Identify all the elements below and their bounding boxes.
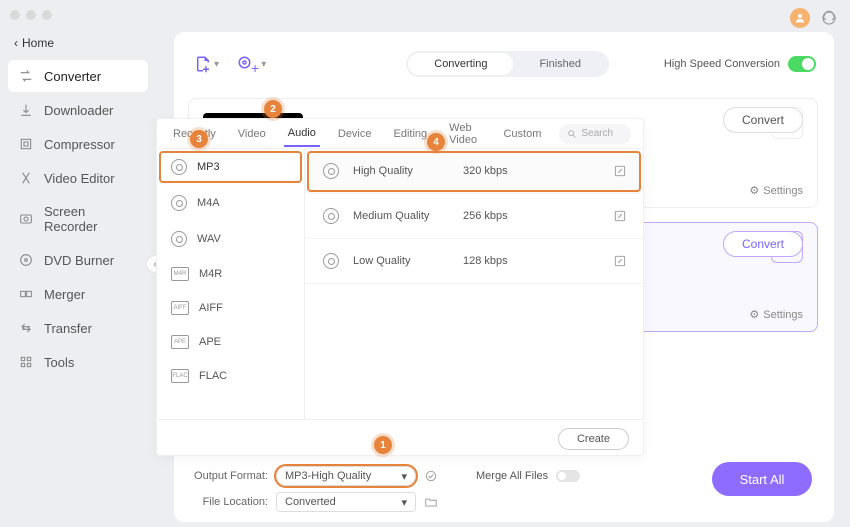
- compress-icon: [18, 136, 34, 152]
- sidebar-item-label: Converter: [44, 69, 101, 84]
- transfer-icon: [18, 320, 34, 336]
- sidebar-item-compressor[interactable]: Compressor: [8, 128, 148, 160]
- file-location-label: File Location:: [188, 496, 268, 508]
- sidebar-item-screen-recorder[interactable]: Screen Recorder: [8, 196, 148, 242]
- format-search-input[interactable]: Search: [559, 124, 631, 144]
- support-icon[interactable]: [820, 9, 838, 27]
- format-dropdown: Recently Video Audio Device Editing Web …: [156, 118, 644, 456]
- recorder-icon: [18, 211, 34, 227]
- search-icon: [567, 129, 577, 139]
- edit-quality-icon[interactable]: [613, 254, 627, 268]
- chevron-down-icon: ▾: [401, 470, 407, 483]
- chevron-down-icon: ▾: [261, 59, 266, 70]
- avatar[interactable]: [790, 8, 810, 28]
- create-button[interactable]: Create: [558, 428, 629, 450]
- sidebar-item-label: Transfer: [44, 321, 92, 336]
- quality-list: High Quality 320 kbps Medium Quality 256…: [305, 149, 643, 419]
- sidebar-item-tools[interactable]: Tools: [8, 346, 148, 378]
- sidebar-item-downloader[interactable]: Downloader: [8, 94, 148, 126]
- sidebar-item-merger[interactable]: Merger: [8, 278, 148, 310]
- step-badge-4: 4: [427, 133, 445, 151]
- home-label: Home: [22, 36, 54, 50]
- sidebar-item-label: Downloader: [44, 103, 113, 118]
- file-icon: AIFF: [171, 301, 189, 315]
- output-apply-all-icon[interactable]: [424, 469, 438, 483]
- tab-video[interactable]: Video: [234, 122, 270, 146]
- high-speed-toggle[interactable]: [788, 56, 816, 72]
- dvd-icon: [18, 252, 34, 268]
- tab-editing[interactable]: Editing: [390, 122, 432, 146]
- tab-device[interactable]: Device: [334, 122, 376, 146]
- disc-icon: [171, 159, 187, 175]
- file-icon: FLAC: [171, 369, 189, 383]
- open-folder-icon[interactable]: [424, 495, 438, 509]
- convert-button[interactable]: Convert: [723, 231, 803, 257]
- tab-audio[interactable]: Audio: [284, 121, 320, 147]
- tab-finished[interactable]: Finished: [513, 53, 607, 75]
- format-item-m4r[interactable]: M4R M4R: [157, 257, 304, 291]
- sidebar-item-label: Compressor: [44, 137, 115, 152]
- sidebar-item-dvd-burner[interactable]: DVD Burner: [8, 244, 148, 276]
- file-icon: M4R: [171, 267, 189, 281]
- gear-icon: ⚙: [749, 308, 759, 321]
- convert-button[interactable]: Convert: [723, 107, 803, 133]
- disc-icon: [323, 253, 339, 269]
- tab-converting[interactable]: Converting: [408, 53, 513, 75]
- quality-item-medium[interactable]: Medium Quality 256 kbps: [305, 194, 643, 239]
- disc-icon: [323, 208, 339, 224]
- sidebar-item-label: DVD Burner: [44, 253, 114, 268]
- home-link[interactable]: ‹ Home: [0, 30, 156, 56]
- sidebar-item-transfer[interactable]: Transfer: [8, 312, 148, 344]
- high-speed-label: High Speed Conversion: [664, 58, 780, 70]
- tab-custom[interactable]: Custom: [499, 122, 545, 146]
- add-file-button[interactable]: ▾: [194, 55, 219, 73]
- quality-item-high[interactable]: High Quality 320 kbps: [305, 149, 643, 194]
- edit-quality-icon[interactable]: [613, 164, 627, 178]
- settings-link[interactable]: ⚙ Settings: [749, 184, 803, 197]
- disc-icon: [171, 195, 187, 211]
- gear-icon: ⚙: [749, 184, 759, 197]
- sidebar: ‹ Home Converter Downloader Compressor V…: [0, 0, 156, 527]
- disc-icon: [171, 231, 187, 247]
- download-icon: [18, 102, 34, 118]
- format-item-aiff[interactable]: AIFF AIFF: [157, 291, 304, 325]
- chevron-left-icon: ‹: [14, 36, 18, 50]
- merge-label: Merge All Files: [476, 470, 548, 482]
- add-disc-button[interactable]: + ▾: [237, 52, 266, 76]
- sidebar-item-label: Screen Recorder: [44, 204, 138, 234]
- step-badge-3: 3: [190, 130, 208, 148]
- format-list: MP3 M4A WAV M4R M4R AIFF AIFF APE APE: [157, 149, 305, 419]
- settings-link[interactable]: ⚙ Settings: [749, 308, 803, 321]
- sidebar-item-label: Merger: [44, 287, 85, 302]
- start-all-button[interactable]: Start All: [712, 462, 812, 496]
- format-item-ape[interactable]: APE APE: [157, 325, 304, 359]
- step-badge-1: 1: [374, 436, 392, 454]
- sidebar-item-label: Tools: [44, 355, 74, 370]
- step-badge-2: 2: [264, 100, 282, 118]
- edit-quality-icon[interactable]: [613, 209, 627, 223]
- quality-item-low[interactable]: Low Quality 128 kbps: [305, 239, 643, 284]
- output-format-label: Output Format:: [188, 470, 268, 482]
- format-item-wav[interactable]: WAV: [157, 221, 304, 257]
- disc-icon: [323, 163, 339, 179]
- output-format-select[interactable]: MP3-High Quality ▾: [276, 466, 416, 486]
- format-item-m4a[interactable]: M4A: [157, 185, 304, 221]
- editor-icon: [18, 170, 34, 186]
- chevron-down-icon: ▾: [214, 59, 219, 70]
- sidebar-item-label: Video Editor: [44, 171, 115, 186]
- format-item-flac[interactable]: FLAC FLAC: [157, 359, 304, 393]
- tab-web-video[interactable]: Web Video: [445, 116, 485, 152]
- format-item-mp3[interactable]: MP3: [157, 149, 304, 185]
- tools-icon: [18, 354, 34, 370]
- sidebar-item-converter[interactable]: Converter: [8, 60, 148, 92]
- merger-icon: [18, 286, 34, 302]
- status-segmented: Converting Finished: [406, 51, 609, 77]
- chevron-down-icon: ▾: [401, 496, 407, 509]
- file-icon: APE: [171, 335, 189, 349]
- convert-icon: [18, 68, 34, 84]
- merge-toggle[interactable]: [556, 470, 580, 482]
- sidebar-item-video-editor[interactable]: Video Editor: [8, 162, 148, 194]
- file-location-select[interactable]: Converted ▾: [276, 492, 416, 512]
